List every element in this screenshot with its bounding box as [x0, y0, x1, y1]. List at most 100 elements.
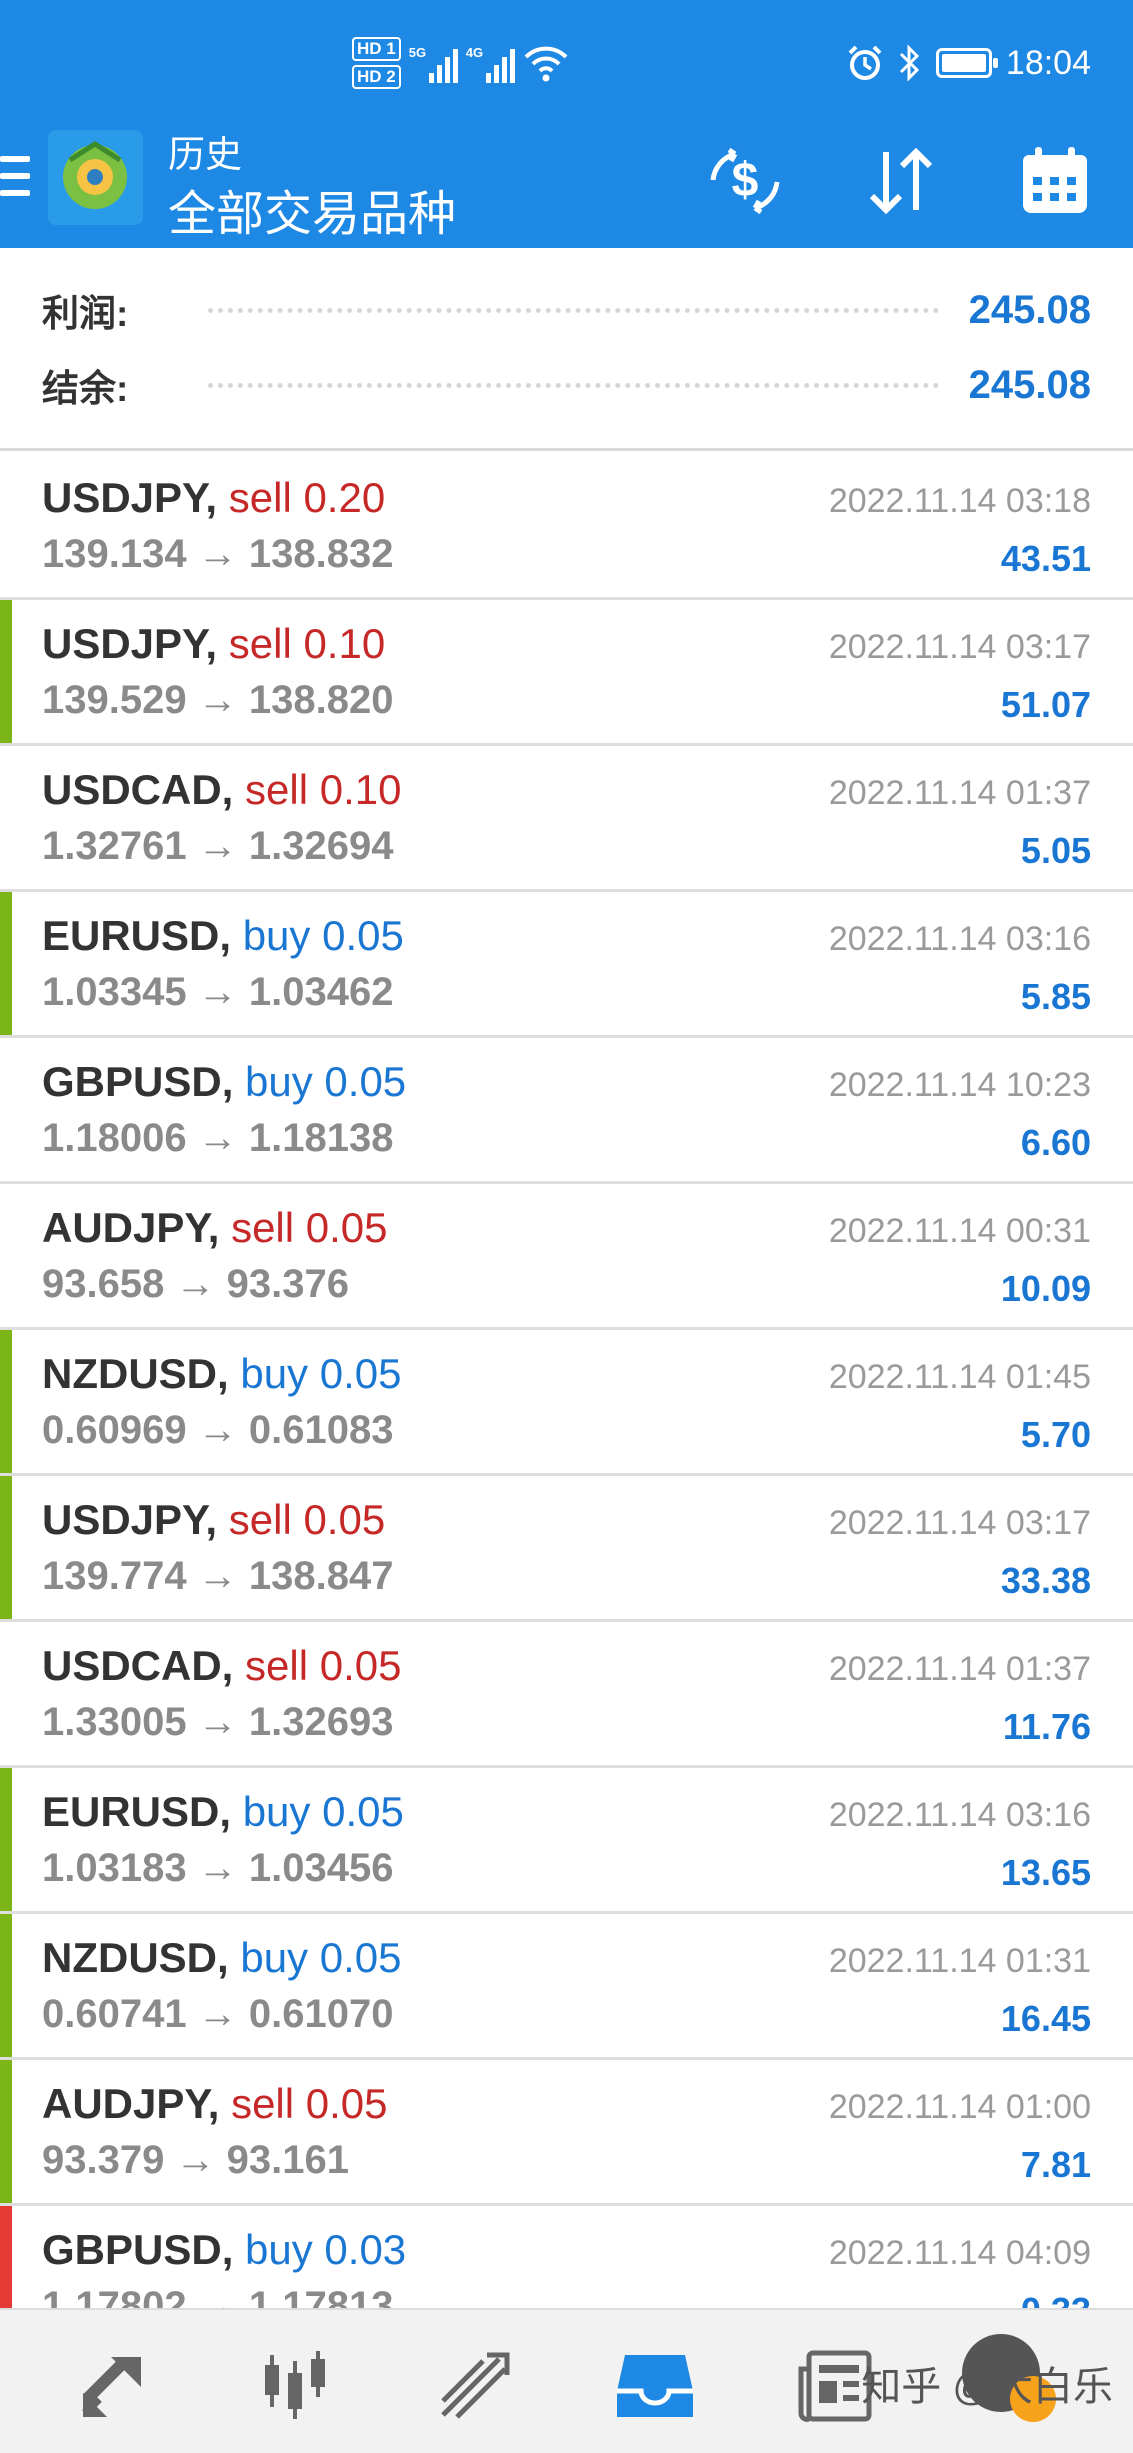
trade-icon[interactable]	[430, 2340, 520, 2430]
trade-action: buy	[242, 912, 311, 959]
trade-symbol: AUDJPY,	[42, 1204, 220, 1251]
trade-symbol: EURUSD,	[42, 912, 232, 959]
open-price: 139.774	[42, 1554, 187, 1598]
close-price: 0.61070	[248, 1992, 394, 2036]
trade-date: 2022.11.14 01:37	[828, 774, 1091, 812]
trade-symbol: GBPUSD,	[42, 1058, 234, 1105]
open-price: 139.134	[42, 532, 187, 576]
bluetooth-icon	[899, 44, 920, 82]
trade-date: 2022.11.14 03:18	[828, 482, 1091, 520]
trade-title: USDJPY, sell 0.10	[42, 620, 385, 668]
trade-profit: 5.70	[1020, 1414, 1091, 1455]
profit-label: 利润:	[42, 293, 129, 334]
trade-profit: 33.38	[1000, 1560, 1091, 1601]
trade-row[interactable]: GBPUSD, buy 0.03 1.17802 → 1.17813 2022.11…	[0, 2206, 1133, 2308]
alarm-icon	[848, 45, 882, 80]
network-indicators: HD 1 HD 2 5G 4G	[352, 34, 569, 92]
trade-title: GBPUSD, buy 0.05	[42, 1058, 406, 1106]
trade-action: buy	[245, 2226, 313, 2273]
trade-profit: 16.45	[1000, 1998, 1091, 2039]
net-type-2: 4G	[465, 45, 484, 60]
trade-volume: 0.05	[322, 912, 404, 959]
profit-row: 利润: 245.08	[42, 275, 1091, 345]
clock: 18:04	[1005, 43, 1091, 82]
trade-volume: 0.05	[319, 1350, 402, 1397]
trade-date: 2022.11.14 10:23	[828, 1066, 1091, 1104]
calendar-icon[interactable]	[1010, 136, 1100, 226]
history-icon[interactable]	[610, 2340, 700, 2430]
trade-profit: 13.65	[1000, 1852, 1091, 1893]
trade-row[interactable]: AUDJPY, sell 0.05 93.379 → 93.161 2022.11.…	[0, 2060, 1133, 2206]
trade-action: buy	[245, 1058, 313, 1105]
trade-profit: 11.76	[1002, 1706, 1091, 1747]
battery-icon	[935, 48, 998, 78]
trade-volume: 0.05	[305, 2080, 388, 2127]
trade-profit: 6.60	[1020, 1122, 1091, 1163]
trade-action: buy	[240, 1934, 309, 1981]
trade-volume: 0.05	[305, 1204, 388, 1251]
close-price: 0.61083	[248, 1408, 394, 1452]
arrow-icon: →	[197, 824, 238, 868]
trade-prices: 1.32761 → 1.32694	[42, 824, 393, 869]
trade-row[interactable]: AUDJPY, sell 0.05 93.658 → 93.376 2022.11.…	[0, 1184, 1133, 1330]
arrow-icon: →	[197, 1408, 238, 1452]
close-price: 138.820	[248, 678, 394, 722]
trade-row[interactable]: GBPUSD, buy 0.05 1.18006 → 1.18138 2022.11…	[0, 1038, 1133, 1184]
trade-prices: 139.774 → 138.847	[42, 1554, 393, 1599]
arrow-icon: →	[197, 970, 238, 1014]
trade-action: sell	[245, 1642, 309, 1689]
trade-action: buy	[242, 1788, 311, 1835]
watermark: 知乎 @大白乐	[861, 2365, 1113, 2409]
trade-row[interactable]: EURUSD, buy 0.05 1.03345 → 1.03462 2022.11…	[0, 892, 1133, 1038]
trade-title: USDCAD, sell 0.05	[42, 1642, 401, 1690]
trade-prices: 1.18006 → 1.18138	[42, 1116, 393, 1161]
balance-value: 245.08	[968, 362, 1091, 407]
close-price: 93.161	[226, 2138, 349, 2182]
trade-row[interactable]: USDJPY, sell 0.05 139.774 → 138.847 2022.1…	[0, 1476, 1133, 1622]
menu-icon[interactable]	[0, 156, 30, 208]
sort-icon[interactable]	[855, 136, 945, 226]
close-price: 138.832	[248, 532, 394, 576]
trade-title: NZDUSD, buy 0.05	[42, 1934, 401, 1982]
status-bar: HD 1 HD 2 5G 4G 18:04	[0, 0, 1133, 118]
open-price: 1.33005	[42, 1700, 187, 1744]
arrow-icon: →	[175, 2138, 216, 2182]
trade-history-list[interactable]: USDJPY, sell 0.20 139.134 → 138.832 2022.1…	[0, 454, 1133, 2308]
trade-action: sell	[228, 1496, 292, 1543]
trade-date: 2022.11.14 03:17	[828, 1504, 1091, 1542]
dotted-leader	[208, 307, 939, 313]
trade-row[interactable]: USDJPY, sell 0.10 139.529 → 138.820 2022.1…	[0, 600, 1133, 746]
chart-candles-icon[interactable]	[250, 2340, 340, 2430]
trade-title: EURUSD, buy 0.05	[42, 1788, 404, 1836]
quotes-icon[interactable]	[70, 2340, 160, 2430]
open-price: 1.03345	[42, 970, 187, 1014]
page-title[interactable]: 全部交易品种	[168, 174, 456, 244]
status-bar-indicator	[0, 2206, 12, 2308]
open-price: 93.379	[42, 2138, 165, 2182]
trade-volume: 0.10	[303, 620, 386, 667]
trade-title: GBPUSD, buy 0.03	[42, 2226, 406, 2274]
open-price: 1.17802	[42, 2284, 187, 2308]
trade-action: sell	[228, 474, 292, 521]
arrow-icon: →	[197, 1846, 238, 1890]
trade-date: 2022.11.14 01:37	[828, 1650, 1091, 1688]
currency-exchange-icon[interactable]: $	[700, 136, 790, 226]
close-price: 1.32693	[248, 1700, 394, 1744]
trade-title: EURUSD, buy 0.05	[42, 912, 404, 960]
signal-icon-2: 4G	[466, 43, 515, 83]
close-price: 93.376	[226, 1262, 349, 1306]
trade-row[interactable]: USDCAD, sell 0.05 1.33005 → 1.32693 2022.1…	[0, 1622, 1133, 1768]
net-type-1: 5G	[408, 45, 427, 60]
trade-row[interactable]: USDCAD, sell 0.10 1.32761 → 1.32694 2022.1…	[0, 746, 1133, 892]
trade-row[interactable]: NZDUSD, buy 0.05 0.60969 → 0.61083 2022.11…	[0, 1330, 1133, 1476]
trade-row[interactable]: EURUSD, buy 0.05 1.03183 → 1.03456 2022.11…	[0, 1768, 1133, 1914]
trade-row[interactable]: USDJPY, sell 0.20 139.134 → 138.832 2022.1…	[0, 454, 1133, 600]
trade-prices: 93.379 → 93.161	[42, 2138, 349, 2183]
status-bar-indicator	[0, 454, 12, 597]
arrow-icon: →	[175, 1262, 216, 1306]
trade-row[interactable]: NZDUSD, buy 0.05 0.60741 → 0.61070 2022.11…	[0, 1914, 1133, 2060]
trade-action: sell	[231, 2080, 295, 2127]
trade-action: sell	[245, 766, 309, 813]
open-price: 1.32761	[42, 824, 187, 868]
status-bar-indicator	[0, 1184, 12, 1327]
